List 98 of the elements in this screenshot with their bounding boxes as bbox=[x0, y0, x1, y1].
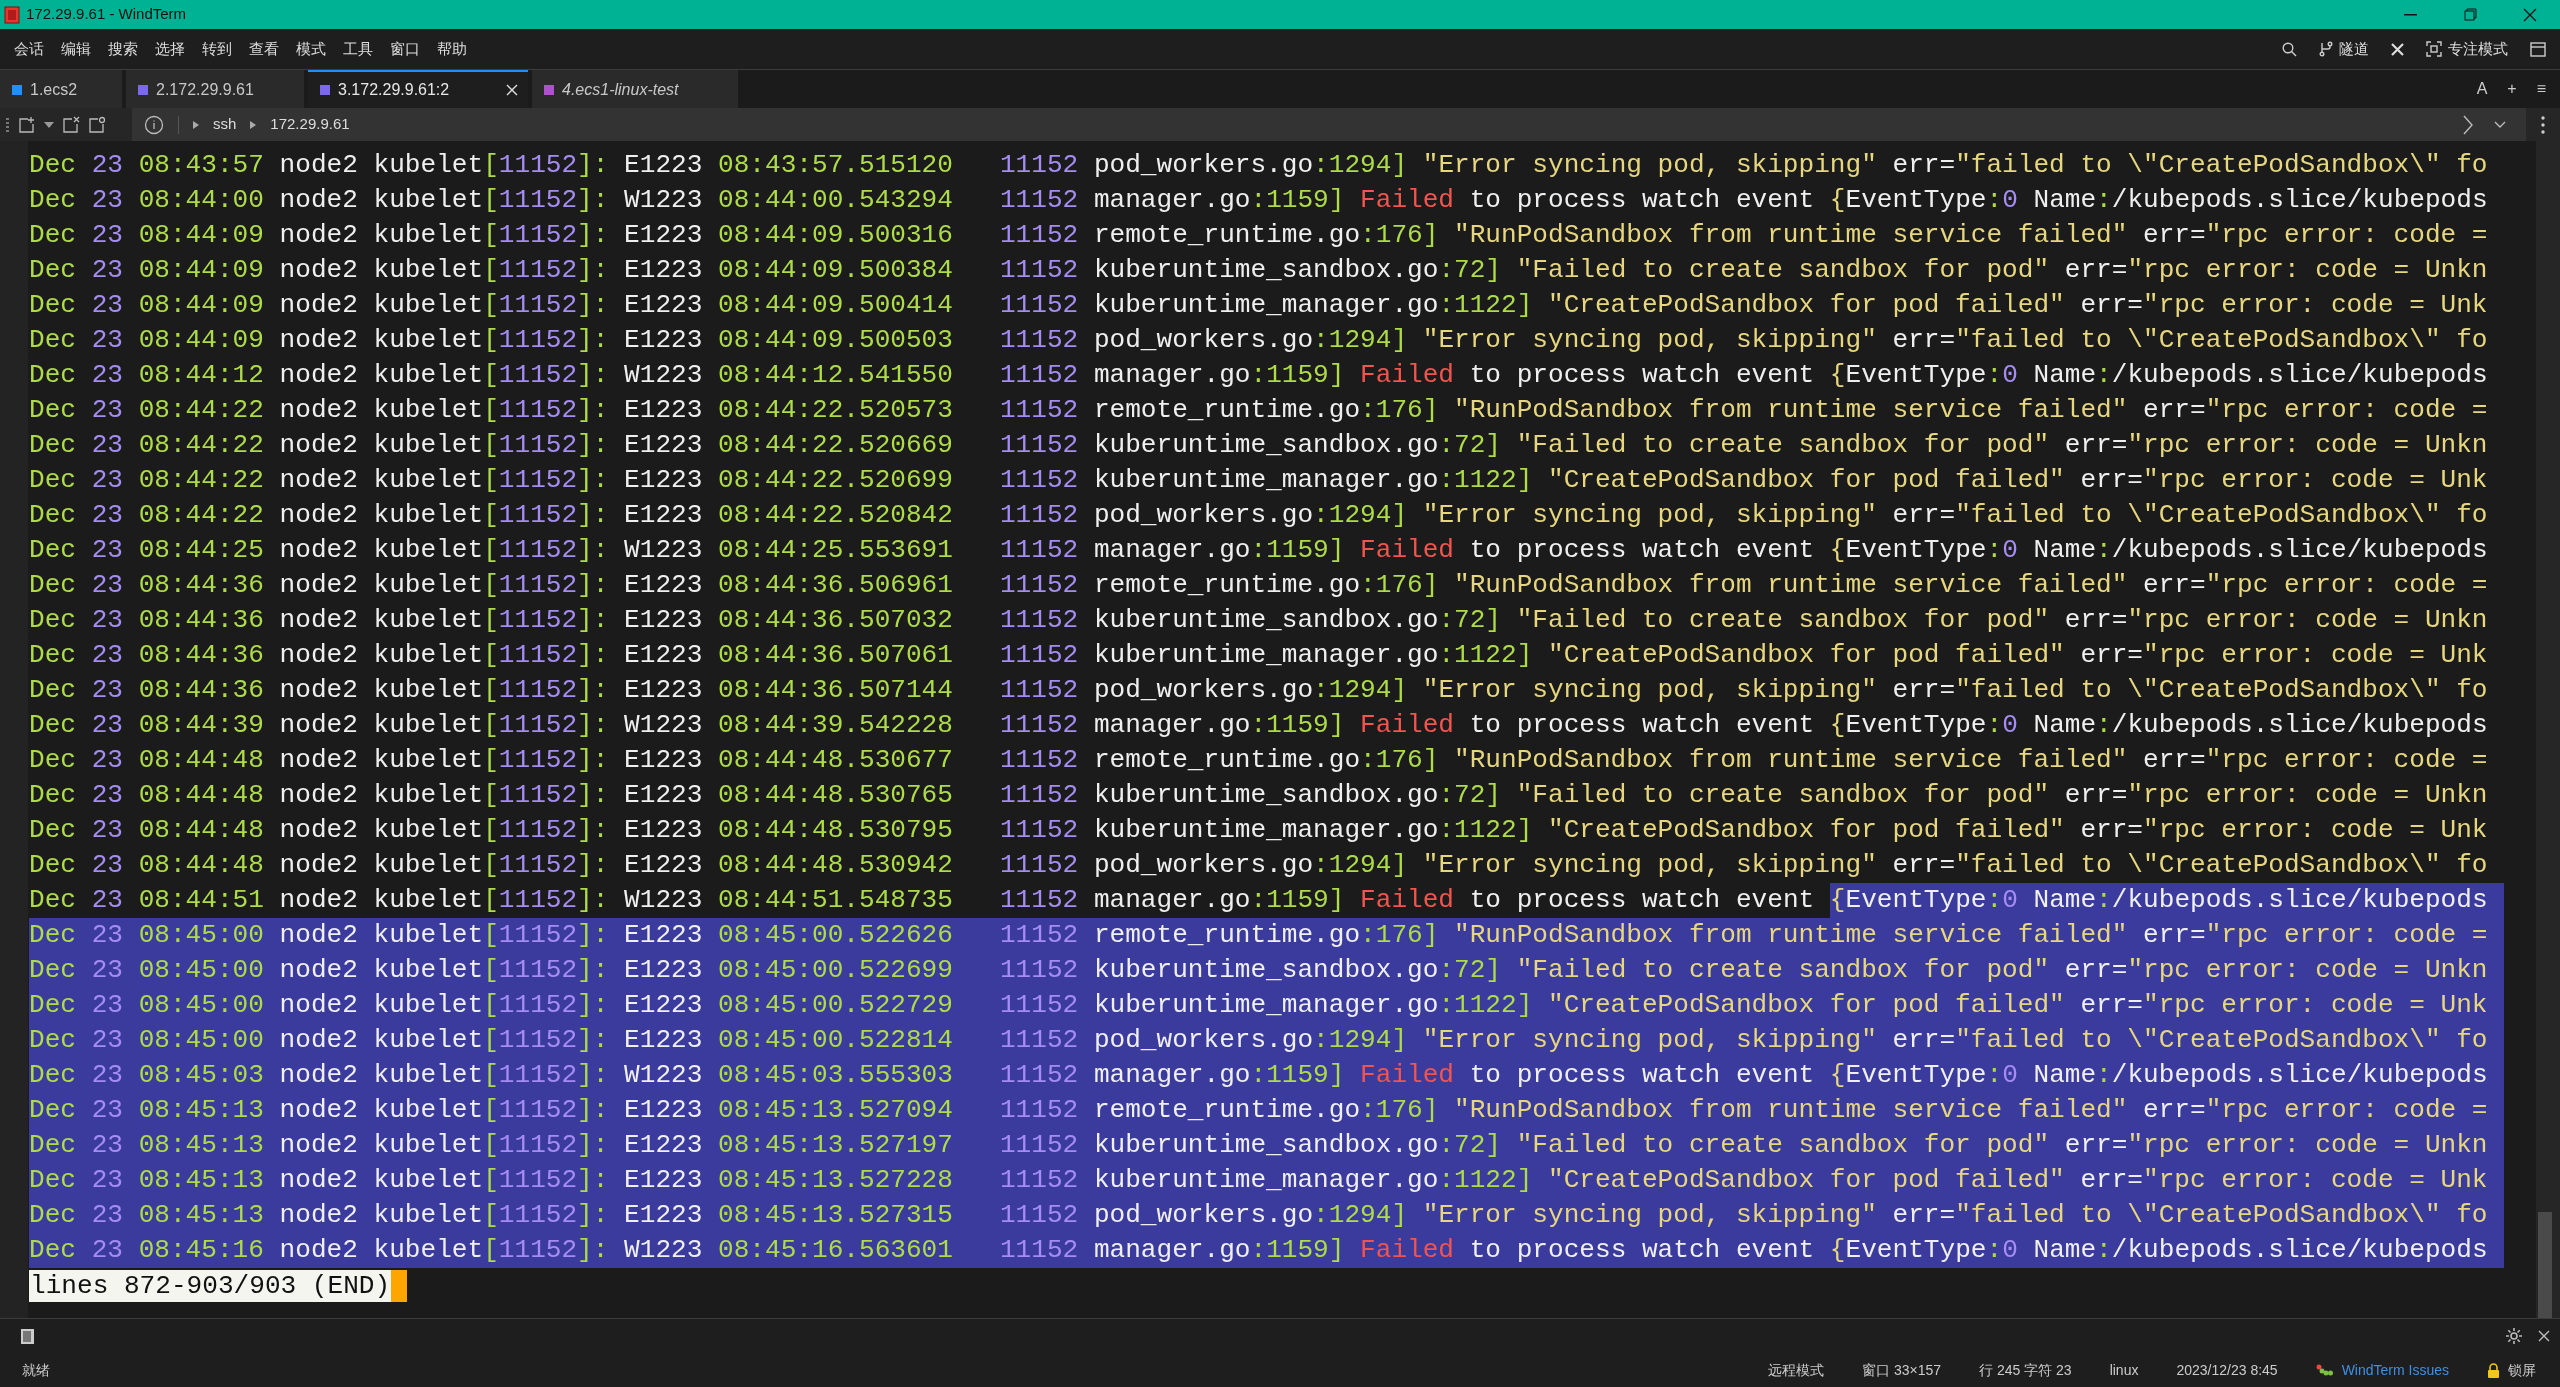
focus-icon bbox=[2426, 41, 2442, 57]
close-tab-icon[interactable] bbox=[506, 84, 518, 96]
status-item: 2023/12/23 8:45 bbox=[2176, 1360, 2278, 1380]
close-icon[interactable] bbox=[2538, 1330, 2550, 1342]
triangle-icon bbox=[193, 120, 199, 129]
status-item: 行 245 字符 23 bbox=[1979, 1360, 2072, 1380]
scrollbar-thumb[interactable] bbox=[2538, 1212, 2552, 1318]
log-line: Dec 23 08:45:03 node2 kubelet[11152]: W1223 08:45:03.555303 11152 manager.go:1159] Failed to process watch event {EventType:0 Name:/kubepods.slice/kubepods bbox=[29, 1058, 2504, 1093]
log-line: Dec 23 08:44:36 node2 kubelet[11152]: E1223 08:44:36.506961 11152 remote_runtime.go:176] "RunPodSandbox from runtime service failed" err="rpc error: code = bbox=[29, 569, 2488, 602]
caret-icon[interactable] bbox=[44, 121, 54, 128]
drag-handle-icon bbox=[6, 117, 10, 132]
tab-action-button[interactable]: + bbox=[2507, 77, 2517, 101]
tab-action-button[interactable]: ≡ bbox=[2536, 77, 2546, 101]
split-pane-icon[interactable] bbox=[62, 115, 80, 134]
log-line: Dec 23 08:45:13 node2 kubelet[11152]: E1223 08:45:13.527197 11152 kuberuntime_sandbox.go:72] "Failed to create sandbox for pod" err="rpc error: code = Unkn bbox=[29, 1128, 2504, 1163]
log-line: Dec 23 08:45:00 node2 kubelet[11152]: E1223 08:45:00.522626 11152 remote_runtime.go:176] "RunPodSandbox from runtime service failed" err="rpc error: code = bbox=[29, 918, 2504, 953]
x-logo-icon bbox=[2391, 42, 2404, 56]
log-line: Dec 23 08:44:48 node2 kubelet[11152]: E1223 08:44:48.530942 11152 pod_workers.go:1294] "Error syncing pod, skipping" err="failed to \"CreatePodSandbox\" fo bbox=[29, 849, 2488, 882]
log-line: Dec 23 08:45:16 node2 kubelet[11152]: W1223 08:45:16.563601 11152 manager.go:1159] Failed to process watch event {EventType:0 Name:/kubepods.slice/kubepods bbox=[29, 1233, 2504, 1268]
issues-link[interactable]: WindTerm Issues bbox=[2315, 1359, 2449, 1381]
duplicate-session-icon[interactable] bbox=[88, 115, 106, 134]
status-text: 就绪 bbox=[22, 1360, 50, 1380]
menu-item[interactable]: 帮助 bbox=[437, 37, 467, 61]
menu-item[interactable]: 会话 bbox=[14, 37, 44, 61]
tab-label[interactable]: 3.172.29.9.61:2 bbox=[338, 78, 498, 102]
log-line: Dec 23 08:45:13 node2 kubelet[11152]: E1223 08:45:13.527228 11152 kuberuntime_manager.go:1122] "CreatePodSandbox for pod failed" err="rpc error: code = Unk bbox=[29, 1163, 2504, 1198]
chevron-right-icon[interactable] bbox=[2462, 114, 2474, 135]
protocol-label[interactable]: ssh bbox=[213, 113, 237, 136]
log-line: Dec 23 08:44:51 node2 kubelet[11152]: W1223 08:44:51.548735 11152 manager.go:1159] Failed to process watch event {EventType:0 Name:/kubepods.slice/kubepods bbox=[29, 883, 2504, 918]
tab-label[interactable]: 4.ecs1-linux-test bbox=[562, 78, 728, 102]
window-title: 172.29.9.61 - WindTerm bbox=[26, 4, 187, 25]
x-button[interactable] bbox=[2391, 42, 2404, 56]
minimize-icon bbox=[2403, 13, 2417, 16]
tab[interactable]: 1.ecs2 bbox=[0, 70, 122, 108]
log-line: Dec 23 08:45:13 node2 kubelet[11152]: E1223 08:45:13.527315 11152 pod_workers.go:1294] "Error syncing pod, skipping" err="failed to \"CreatePodSandbox\" fo bbox=[29, 1198, 2504, 1233]
log-line: Dec 23 08:44:09 node2 kubelet[11152]: E1223 08:44:09.500414 11152 kuberuntime_manager.go:1122] "CreatePodSandbox for pod failed" err="rpc error: code = Unk bbox=[29, 289, 2488, 322]
layout-button[interactable] bbox=[2530, 41, 2546, 57]
text-cursor bbox=[391, 1269, 408, 1302]
log-line: Dec 23 08:44:48 node2 kubelet[11152]: E1223 08:44:48.530677 11152 remote_runtime.go:176] "RunPodSandbox from runtime service failed" err="rpc error: code = bbox=[29, 744, 2488, 777]
lock-screen-button[interactable]: 锁屏 bbox=[2487, 1359, 2536, 1381]
search-icon bbox=[2282, 41, 2297, 57]
menu-item[interactable]: 查看 bbox=[249, 37, 279, 61]
tab[interactable]: 2.172.29.9.61 bbox=[126, 70, 304, 108]
tab-label[interactable]: 2.172.29.9.61 bbox=[156, 78, 294, 102]
status-item: linux bbox=[2109, 1360, 2139, 1380]
pager-prompt: lines 872-903/903 (END) bbox=[29, 1269, 392, 1302]
log-line: Dec 23 08:44:36 node2 kubelet[11152]: E1223 08:44:36.507032 11152 kuberuntime_sandbox.go:72] "Failed to create sandbox for pod" err="rpc error: code = Unkn bbox=[29, 604, 2488, 637]
log-line: Dec 23 08:45:13 node2 kubelet[11152]: E1223 08:45:13.527094 11152 remote_runtime.go:176] "RunPodSandbox from runtime service failed" err="rpc error: code = bbox=[29, 1093, 2504, 1128]
tunnel-button[interactable]: 隧道 bbox=[2319, 37, 2369, 61]
menu-item[interactable]: 编辑 bbox=[61, 37, 91, 61]
log-line: Dec 23 08:45:00 node2 kubelet[11152]: E1223 08:45:00.522729 11152 kuberuntime_manager.go:1122] "CreatePodSandbox for pod failed" err="rpc error: code = Unk bbox=[29, 988, 2504, 1023]
chevron-down-icon[interactable] bbox=[2494, 120, 2506, 129]
log-line: Dec 23 08:44:12 node2 kubelet[11152]: W1223 08:44:12.541550 11152 manager.go:1159] Failed to process watch event {EventType:0 Name:/kubepods.slice/kubepods bbox=[29, 359, 2488, 392]
menu-item[interactable]: 搜索 bbox=[108, 37, 138, 61]
status-item: 远程模式 bbox=[1768, 1360, 1824, 1380]
triangle-icon bbox=[250, 120, 257, 129]
tunnel-icon bbox=[2319, 41, 2333, 57]
caterpillar-icon bbox=[2315, 1363, 2334, 1377]
tab[interactable]: 4.ecs1-linux-test bbox=[532, 70, 738, 108]
panel-icon[interactable] bbox=[20, 1327, 36, 1345]
log-line: Dec 23 08:44:48 node2 kubelet[11152]: E1223 08:44:48.530795 11152 kuberuntime_manager.go:1122] "CreatePodSandbox for pod failed" err="rpc error: code = Unk bbox=[29, 814, 2488, 847]
log-line: Dec 23 08:45:00 node2 kubelet[11152]: E1223 08:45:00.522699 11152 kuberuntime_sandbox.go:72] "Failed to create sandbox for pod" err="rpc error: code = Unkn bbox=[29, 953, 2504, 988]
log-line: Dec 23 08:44:22 node2 kubelet[11152]: E1223 08:44:22.520842 11152 pod_workers.go:1294] "Error syncing pod, skipping" err="failed to \"CreatePodSandbox\" fo bbox=[29, 499, 2488, 532]
log-line: Dec 23 08:44:09 node2 kubelet[11152]: E1223 08:44:09.500384 11152 kuberuntime_sandbox.go:72] "Failed to create sandbox for pod" err="rpc error: code = Unkn bbox=[29, 254, 2488, 287]
scrollbar-track[interactable] bbox=[2536, 141, 2560, 1318]
layout-icon bbox=[2530, 41, 2546, 57]
menu-item[interactable]: 窗口 bbox=[390, 37, 420, 61]
log-line: Dec 23 08:44:36 node2 kubelet[11152]: E1223 08:44:36.507144 11152 pod_workers.go:1294] "Error syncing pod, skipping" err="failed to \"CreatePodSandbox\" fo bbox=[29, 674, 2488, 707]
log-line: Dec 23 08:43:57 node2 kubelet[11152]: E1223 08:43:57.515120 11152 pod_workers.go:1294] "Error syncing pod, skipping" err="failed to \"CreatePodSandbox\" fo bbox=[29, 149, 2488, 182]
log-line: Dec 23 08:44:09 node2 kubelet[11152]: E1223 08:44:09.500503 11152 pod_workers.go:1294] "Error syncing pod, skipping" err="failed to \"CreatePodSandbox\" fo bbox=[29, 324, 2488, 357]
log-line: Dec 23 08:44:39 node2 kubelet[11152]: W1223 08:44:39.542228 11152 manager.go:1159] Failed to process watch event {EventType:0 Name:/kubepods.slice/kubepods bbox=[29, 709, 2488, 742]
new-session-icon[interactable] bbox=[18, 115, 36, 134]
menu-item[interactable]: 转到 bbox=[202, 37, 232, 61]
tab-label[interactable]: 1.ecs2 bbox=[30, 78, 112, 102]
menu-item[interactable]: 工具 bbox=[343, 37, 373, 61]
info-icon[interactable] bbox=[144, 114, 164, 135]
log-line: Dec 23 08:44:09 node2 kubelet[11152]: E1223 08:44:09.500316 11152 remote_runtime.go:176] "RunPodSandbox from runtime service failed" err="rpc error: code = bbox=[29, 219, 2488, 252]
focus-mode-button[interactable]: 专注模式 bbox=[2426, 37, 2508, 61]
restore-icon bbox=[2463, 8, 2477, 21]
host-address[interactable]: 172.29.9.61 bbox=[270, 113, 350, 136]
menu-item[interactable]: 模式 bbox=[296, 37, 326, 61]
log-line: Dec 23 08:44:00 node2 kubelet[11152]: W1223 08:44:00.543294 11152 manager.go:1159] Failed to process watch event {EventType:0 Name:/kubepods.slice/kubepods bbox=[29, 184, 2488, 217]
lock-icon bbox=[2487, 1362, 2500, 1378]
log-line: Dec 23 08:44:22 node2 kubelet[11152]: E1223 08:44:22.520669 11152 kuberuntime_sandbox.go:72] "Failed to create sandbox for pod" err="rpc error: code = Unkn bbox=[29, 429, 2488, 462]
status-item: 窗口 33×157 bbox=[1862, 1360, 1941, 1380]
log-line: Dec 23 08:45:00 node2 kubelet[11152]: E1223 08:45:00.522814 11152 pod_workers.go:1294] "Error syncing pod, skipping" err="failed to \"CreatePodSandbox\" fo bbox=[29, 1023, 2504, 1058]
app-icon bbox=[4, 5, 20, 24]
search-button[interactable] bbox=[2282, 41, 2297, 57]
log-line: Dec 23 08:44:36 node2 kubelet[11152]: E1223 08:44:36.507061 11152 kuberuntime_manager.go:1122] "CreatePodSandbox for pod failed" err="rpc error: code = Unk bbox=[29, 639, 2488, 672]
log-line: Dec 23 08:44:25 node2 kubelet[11152]: W1223 08:44:25.553691 11152 manager.go:1159] Failed to process watch event {EventType:0 Name:/kubepods.slice/kubepods bbox=[29, 534, 2488, 567]
more-icon[interactable] bbox=[2541, 115, 2545, 134]
close-icon bbox=[2523, 7, 2537, 22]
log-line: Dec 23 08:44:48 node2 kubelet[11152]: E1223 08:44:48.530765 11152 kuberuntime_sandbox.go:72] "Failed to create sandbox for pod" err="rpc error: code = Unkn bbox=[29, 779, 2488, 812]
tab-action-button[interactable]: A bbox=[2476, 77, 2488, 101]
settings-icon[interactable] bbox=[2506, 1328, 2522, 1344]
log-line: Dec 23 08:44:22 node2 kubelet[11152]: E1223 08:44:22.520699 11152 kuberuntime_manager.go:1122] "CreatePodSandbox for pod failed" err="rpc error: code = Unk bbox=[29, 464, 2488, 497]
menu-item[interactable]: 选择 bbox=[155, 37, 185, 61]
log-line: Dec 23 08:44:22 node2 kubelet[11152]: E1223 08:44:22.520573 11152 remote_runtime.go:176] "RunPodSandbox from runtime service failed" err="rpc error: code = bbox=[29, 394, 2488, 427]
